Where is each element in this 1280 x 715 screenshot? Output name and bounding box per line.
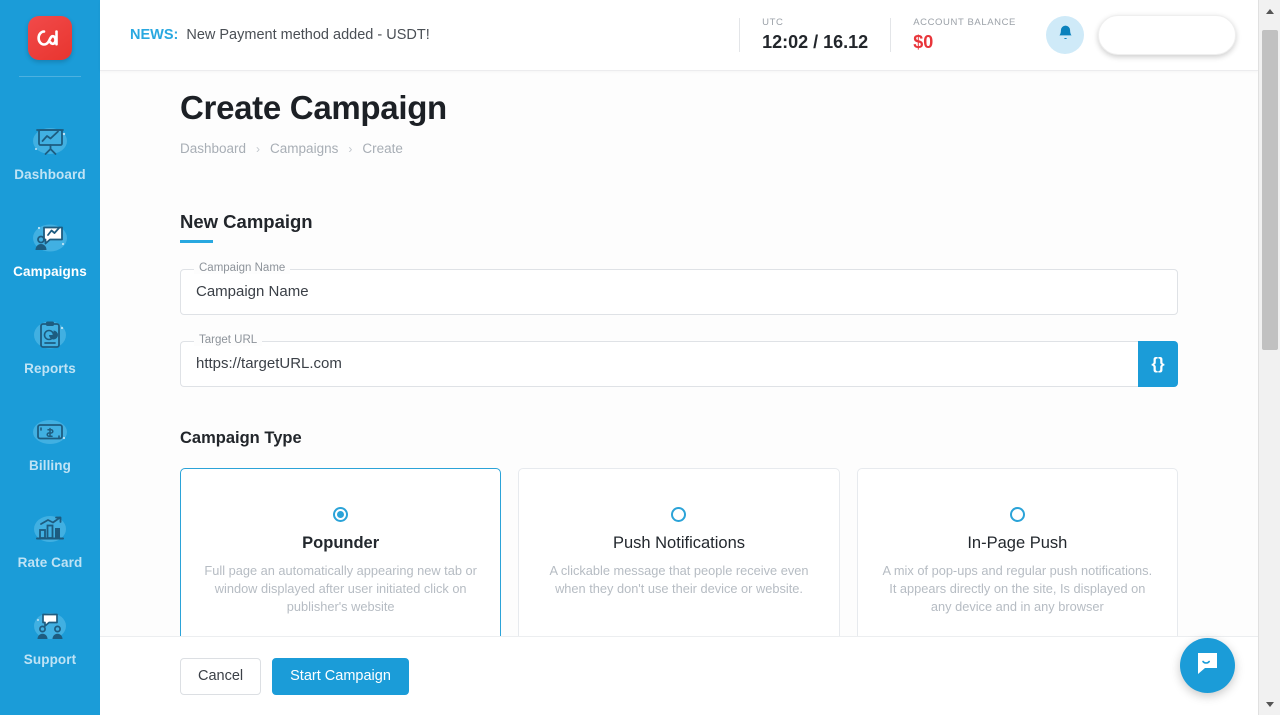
- account-balance[interactable]: ACCOUNT BALANCE $0: [890, 18, 1038, 53]
- main-area: NEWS: New Payment method added - USDT! U…: [100, 0, 1280, 715]
- presentation-chart-icon: [28, 122, 72, 162]
- app-root: Dashboard Campaigns: [0, 0, 1280, 715]
- page-content: Create Campaign Dashboard › Campaigns › …: [100, 71, 1258, 636]
- utc-label: UTC: [762, 18, 868, 29]
- news-message: New Payment method added - USDT!: [186, 27, 429, 43]
- news-banner: NEWS: New Payment method added - USDT!: [100, 27, 430, 43]
- utc-value: 12:02 / 16.12: [762, 32, 868, 53]
- breadcrumb-separator: ›: [348, 142, 352, 156]
- campaign-type-option-title: Push Notifications: [613, 534, 745, 553]
- target-url-field-wrap: Target URL https://targetURL.com {}: [180, 341, 1178, 387]
- bar-chart-growth-icon: [28, 510, 72, 550]
- support-agents-icon: [28, 607, 72, 647]
- sidebar-item-label: Rate Card: [18, 555, 83, 570]
- sidebar: Dashboard Campaigns: [0, 0, 100, 715]
- radio-icon[interactable]: [1010, 507, 1025, 522]
- campaign-type-option-description: A clickable message that people receive …: [541, 562, 816, 598]
- campaign-type-option-popunder[interactable]: Popunder Full page an automatically appe…: [180, 468, 501, 637]
- chat-bubble-smile-icon: [1194, 650, 1221, 682]
- header-right: UTC 12:02 / 16.12 ACCOUNT BALANCE $0: [739, 15, 1258, 55]
- campaign-type-option-title: Popunder: [302, 534, 379, 553]
- campaign-type-options: Popunder Full page an automatically appe…: [180, 468, 1178, 637]
- breadcrumb-item-create: Create: [362, 141, 403, 156]
- new-campaign-section: New Campaign: [180, 211, 1178, 243]
- sidebar-item-rate-card[interactable]: Rate Card: [0, 491, 100, 588]
- scrollbar-thumb[interactable]: [1262, 30, 1278, 350]
- campaign-type-title: Campaign Type: [180, 429, 1178, 448]
- sidebar-item-label: Billing: [29, 458, 71, 473]
- sidebar-item-label: Dashboard: [14, 167, 85, 182]
- campaign-type-option-push-notifications[interactable]: Push Notifications A clickable message t…: [518, 468, 839, 637]
- ad-infinity-logo-icon: [28, 16, 72, 60]
- sidebar-item-reports[interactable]: Reports: [0, 297, 100, 394]
- profile-menu-button[interactable]: [1098, 15, 1236, 55]
- breadcrumb-item-campaigns[interactable]: Campaigns: [270, 141, 338, 156]
- curly-braces-icon[interactable]: {}: [1138, 341, 1178, 387]
- breadcrumb-separator: ›: [256, 142, 260, 156]
- campaign-name-field-wrap: Campaign Name Campaign Name: [180, 269, 1178, 315]
- sidebar-nav: Dashboard Campaigns: [0, 77, 100, 685]
- money-bill-icon: [28, 413, 72, 453]
- utc-clock: UTC 12:02 / 16.12: [739, 18, 890, 53]
- sidebar-item-campaigns[interactable]: Campaigns: [0, 200, 100, 297]
- scroll-up-arrow-icon[interactable]: [1259, 0, 1280, 22]
- scroll-down-arrow-icon[interactable]: [1259, 693, 1280, 715]
- account-balance-value: $0: [913, 32, 1016, 53]
- breadcrumb: Dashboard › Campaigns › Create: [180, 141, 1178, 156]
- sidebar-item-label: Support: [24, 652, 76, 667]
- campaign-megaphone-chart-icon: [28, 219, 72, 259]
- target-url-label: Target URL: [194, 334, 262, 346]
- sidebar-item-dashboard[interactable]: Dashboard: [0, 103, 100, 200]
- form-actions: Cancel Start Campaign: [100, 636, 1258, 715]
- page-scrollbar[interactable]: [1258, 0, 1280, 715]
- target-url-input[interactable]: https://targetURL.com: [180, 341, 1138, 387]
- start-campaign-button[interactable]: Start Campaign: [272, 658, 409, 695]
- campaign-type-option-description: A mix of pop-ups and regular push notifi…: [880, 562, 1155, 616]
- section-title: New Campaign: [180, 211, 313, 233]
- campaign-type-option-in-page-push[interactable]: In-Page Push A mix of pop-ups and regula…: [857, 468, 1178, 637]
- radio-icon[interactable]: [333, 507, 348, 522]
- sidebar-item-billing[interactable]: Billing: [0, 394, 100, 491]
- section-underline: [180, 240, 213, 243]
- chat-launcher-button[interactable]: [1180, 638, 1235, 693]
- campaign-type-option-title: In-Page Push: [967, 534, 1067, 553]
- breadcrumb-item-dashboard[interactable]: Dashboard: [180, 141, 246, 156]
- cancel-button[interactable]: Cancel: [180, 658, 261, 695]
- logo-container[interactable]: [0, 0, 100, 76]
- clipboard-pie-chart-icon: [28, 316, 72, 356]
- top-header: NEWS: New Payment method added - USDT! U…: [100, 0, 1258, 71]
- sidebar-item-support[interactable]: Support: [0, 588, 100, 685]
- sidebar-item-label: Campaigns: [13, 264, 87, 279]
- notification-bell-button[interactable]: [1046, 16, 1084, 54]
- news-label: NEWS:: [130, 27, 178, 43]
- account-balance-label: ACCOUNT BALANCE: [913, 18, 1016, 29]
- campaign-name-input[interactable]: Campaign Name: [180, 269, 1178, 315]
- page-title: Create Campaign: [180, 71, 1178, 127]
- campaign-type-option-description: Full page an automatically appearing new…: [203, 562, 478, 616]
- notification-bell-icon: [1057, 24, 1074, 47]
- campaign-name-label: Campaign Name: [194, 262, 290, 274]
- radio-icon[interactable]: [671, 507, 686, 522]
- sidebar-item-label: Reports: [24, 361, 76, 376]
